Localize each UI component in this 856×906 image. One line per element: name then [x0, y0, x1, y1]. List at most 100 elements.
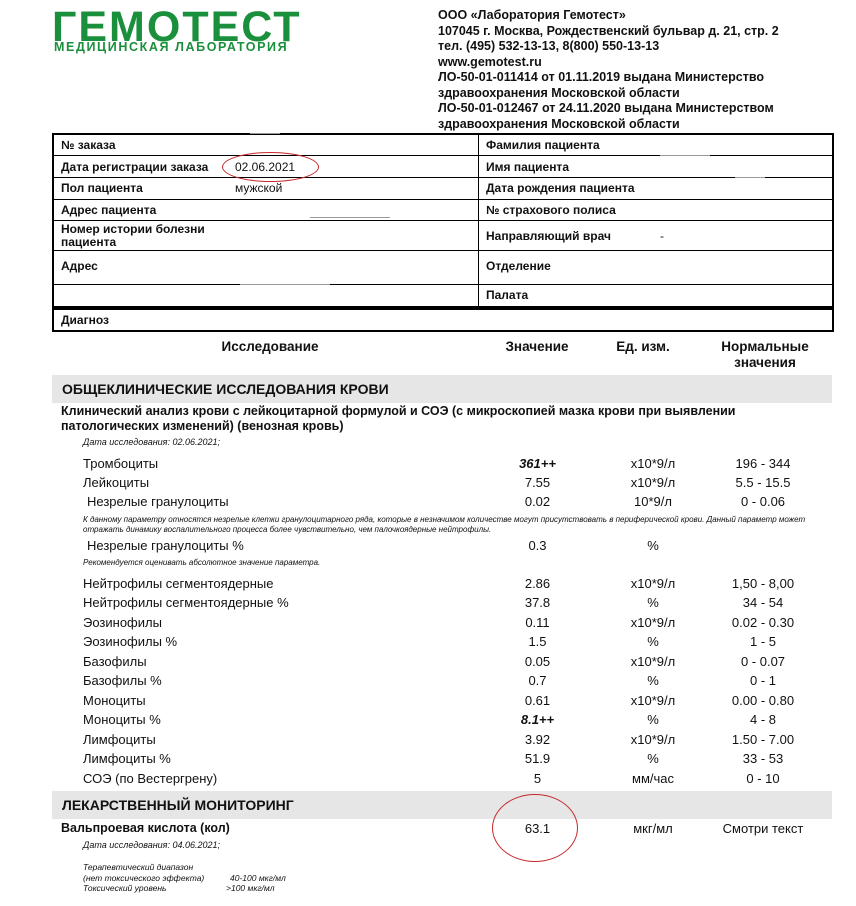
section-title: ЛЕКАРСТВЕННЫЙ МОНИТОРИНГ	[62, 797, 294, 813]
highlight-circle-reg-date	[222, 152, 319, 182]
result-row-valproic: Вальпроевая кислота (кол) 63.1 мкг/мл См…	[0, 821, 856, 840]
row-unit: х10*9/л	[630, 732, 676, 747]
row-unit: %	[647, 595, 659, 610]
row-range: 0 - 1	[749, 673, 776, 688]
history-number-label-line2: пациента	[61, 235, 117, 249]
redaction-mark	[660, 155, 710, 156]
surname-label: Фамилия пациента	[486, 138, 600, 152]
company-line: www.gemotest.ru	[438, 54, 542, 69]
row-range: 1 - 5	[749, 634, 776, 649]
row-name: Базофилы	[83, 654, 147, 669]
company-line: здравоохранения Московской области	[438, 116, 680, 131]
ward-label: Палата	[486, 288, 529, 302]
therapeutic-range-value: 40-100 мкг/мл	[230, 873, 286, 883]
test-title: Клинический анализ крови с лейкоцитарной…	[61, 404, 736, 433]
row-name: Базофилы %	[83, 673, 162, 688]
row-value: 5	[533, 771, 542, 786]
row-unit: %	[647, 751, 659, 766]
policy-label: № страхового полиса	[486, 203, 616, 217]
result-row: Лимфоциты 3.92 х10*9/л 1.50 - 7.00	[0, 732, 856, 751]
doctor-value: -	[660, 229, 664, 243]
row-range: 0 - 0.06	[740, 494, 786, 509]
result-row: Лейкоциты 7.55 х10*9/л 5.5 - 15.5	[0, 475, 856, 494]
result-row: Нейтрофилы сегментоядерные % 37.8% 34 - 54	[0, 595, 856, 614]
row-range: 5.5 - 15.5	[735, 475, 791, 490]
row-name: Тромбоциты	[83, 456, 159, 471]
row-value: 1.5	[528, 634, 547, 649]
highlight-circle-valproic-value	[492, 794, 578, 862]
col-normal-header-line2: значения	[734, 355, 796, 370]
toxic-level-value: >100 мкг/мл	[226, 883, 275, 893]
redaction-mark	[735, 177, 765, 178]
dob-label: Дата рождения пациента	[486, 181, 635, 195]
row-unit: х10*9/л	[630, 693, 676, 708]
row-unit: %	[647, 673, 659, 688]
section-header-drug-monitoring: ЛЕКАРСТВЕННЫЙ МОНИТОРИНГ	[52, 791, 832, 819]
row-name: Лимфоциты %	[83, 751, 171, 766]
row-unit: х10*9/л	[630, 576, 676, 591]
row-name: Эозинофилы	[83, 615, 162, 630]
company-line: здравоохранения Московской области	[438, 85, 680, 100]
result-row: Базофилы % 0.7% 0 - 1	[0, 673, 856, 692]
row-unit: х10*9/л	[630, 475, 676, 490]
row-name: Лейкоциты	[83, 475, 150, 490]
registration-date-label: Дата регистрации заказа	[61, 160, 209, 174]
row-unit: х10*9/л	[630, 615, 676, 630]
toxic-level-label: Токсический уровень	[83, 883, 167, 893]
study-date-2: Дата исследования: 04.06.2021;	[83, 840, 221, 850]
result-row: Моноциты % 8.1++% 4 - 8	[0, 712, 856, 731]
row-range: 34 - 54	[742, 595, 784, 610]
row-unit: %	[647, 712, 659, 727]
row-name: Моноциты %	[83, 712, 161, 727]
result-row: Нейтрофилы сегментоядерные 2.86 х10*9/л 1,5…	[0, 576, 856, 595]
order-number-label: № заказа	[61, 138, 116, 152]
section-title: ОБЩЕКЛИНИЧЕСКИЕ ИССЛЕДОВАНИЯ КРОВИ	[62, 381, 389, 397]
therapeutic-range-label-1: Терапевтический диапазон	[83, 862, 194, 872]
company-line: 107045 г. Москва, Рождественский бульвар…	[438, 23, 779, 38]
col-normal-header: Нормальные значения	[700, 339, 830, 371]
row-value: 37.8	[524, 595, 551, 610]
address-label: Адрес	[61, 259, 98, 273]
redaction-mark	[310, 217, 390, 218]
col-normal-header-line1: Нормальные	[721, 339, 809, 354]
row-range: 0 - 0.07	[740, 654, 786, 669]
sex-value: мужской	[235, 181, 283, 195]
row-name: СОЭ (по Вестергрену)	[83, 771, 218, 786]
company-line: ООО «Лаборатория Гемотест»	[438, 8, 626, 22]
section-header-clinical: ОБЩЕКЛИНИЧЕСКИЕ ИССЛЕДОВАНИЯ КРОВИ	[52, 375, 832, 403]
result-row: Эозинофилы % 1.5% 1 - 5	[0, 634, 856, 653]
row-range: 33 - 53	[742, 751, 784, 766]
diagnosis-label: Диагноз	[61, 313, 109, 327]
row-range: 0 - 10	[746, 771, 780, 786]
logo-subtitle: МЕДИЦИНСКАЯ ЛАБОРАТОРИЯ	[54, 40, 289, 54]
row-value: 51.9	[524, 751, 551, 766]
row-range: 0.00 - 0.80	[731, 693, 795, 708]
department-label: Отделение	[486, 259, 551, 273]
absolute-value-note: Рекомендуется оценивать абсолютное значе…	[83, 558, 321, 567]
diagnosis-box	[52, 308, 834, 332]
row-name: Нейтрофилы сегментоядерные	[83, 576, 274, 591]
row-value: 0.11	[525, 615, 550, 630]
row-value: 7.55	[524, 475, 551, 490]
row-range: 4 - 8	[749, 712, 776, 727]
row-value: 3.92	[524, 732, 551, 747]
col-value-header: Значение	[505, 339, 569, 354]
row-unit: х10*9/л	[630, 456, 676, 471]
result-row: Эозинофилы 0.11 х10*9/л 0.02 - 0.30	[0, 615, 856, 634]
row-range: Смотри текст	[722, 821, 804, 836]
row-range: 1,50 - 8,00	[731, 576, 795, 591]
row-name: Эозинофилы %	[83, 634, 178, 649]
row-unit: %	[647, 538, 659, 553]
row-value: 0.7	[528, 673, 547, 688]
result-row: Лимфоциты % 51.9% 33 - 53	[0, 751, 856, 770]
row-name: Моноциты	[83, 693, 146, 708]
row-unit: мкг/мл	[633, 821, 673, 836]
company-line: тел. (495) 532-13-13, 8(800) 550-13-13	[438, 39, 660, 53]
row-unit: %	[647, 634, 659, 649]
row-range: 1.50 - 7.00	[731, 732, 795, 747]
row-unit: мм/час	[632, 771, 674, 786]
redaction-mark	[240, 284, 330, 285]
result-row: Незрелые гранулоциты % 0.3%	[0, 538, 856, 557]
result-row: Моноциты 0.61 х10*9/л 0.00 - 0.80	[0, 693, 856, 712]
row-unit: х10*9/л	[630, 654, 676, 669]
